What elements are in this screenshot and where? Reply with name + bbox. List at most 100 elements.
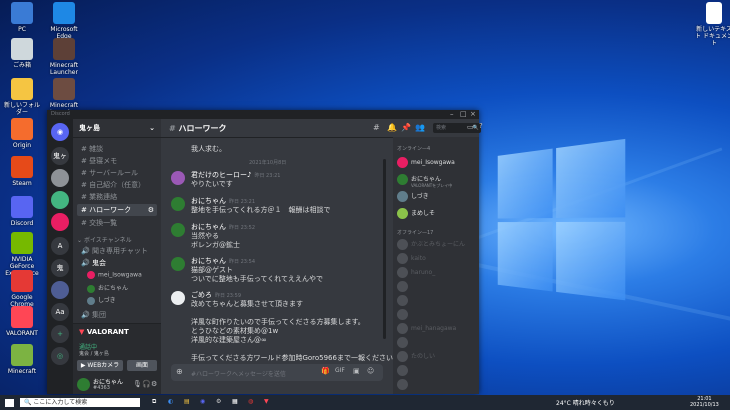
member-offline[interactable] [397,281,411,292]
voice-user[interactable]: おにちゃん [87,283,128,293]
server-name[interactable]: 鬼ヶ島 ⌄ [73,119,161,138]
member-offline[interactable]: mei_hanagawa [397,323,456,334]
avatar[interactable] [171,291,185,305]
guild-icon[interactable] [51,281,69,299]
task-view-icon[interactable]: ⧉ [152,398,156,407]
member-online[interactable]: まめしそ [397,208,435,219]
channel-item[interactable]: # 交換一覧 [77,217,157,229]
minimize-icon[interactable]: – [450,110,454,118]
avatar[interactable] [171,171,185,185]
member-online[interactable]: mei_Isowgawa [397,157,455,168]
guild-icon[interactable]: 鬼 [51,259,69,277]
desktop-icon[interactable]: Minecraft Launcher [44,38,84,76]
guild-icon[interactable]: Aa [51,303,69,321]
camera-button[interactable]: ▶ WEBカメラ [77,360,123,371]
channel-header: # ハローワーク # 🔔 📌 👥 検索 🔍 ▭ ? [161,119,483,138]
chrome-icon[interactable]: ◍ [248,398,253,407]
explore-icon[interactable]: ◎ [51,347,69,365]
inbox-icon[interactable]: ▭ [467,123,474,131]
close-icon[interactable]: × [470,110,476,118]
channel-item[interactable]: # 雑談 [77,143,157,155]
avatar[interactable] [171,197,185,211]
pin-icon[interactable]: 📌 [401,123,411,132]
voice-channel[interactable]: 🔊 鬼会 [77,257,157,269]
avatar [87,284,95,293]
search-input[interactable]: 検索 🔍 [433,123,481,133]
gift-icon[interactable]: 🎁 [321,367,330,375]
member-offline[interactable] [397,295,411,306]
explorer-icon[interactable]: ▤ [184,398,190,407]
guild-icon[interactable] [51,169,69,187]
edge-icon[interactable]: ◐ [168,398,173,407]
taskbar-search-input[interactable]: 🔍 ここに入力して検索 [20,398,140,407]
voice-user[interactable]: mei_Isowgawa [87,271,142,279]
member-offline[interactable] [397,337,411,348]
channel-item[interactable]: # 昼寝メモ [77,155,157,167]
guild-icon[interactable]: A [51,237,69,255]
avatar[interactable] [77,378,90,391]
desktop-icon[interactable]: PC [2,2,42,33]
start-icon[interactable] [5,399,14,407]
add-attachment-icon[interactable]: ⊕ [176,367,183,376]
guild-icon[interactable] [51,191,69,209]
member-offline[interactable]: たのしい [397,351,435,362]
app-icon [11,344,33,366]
member-offline[interactable] [397,379,411,390]
headphones-icon[interactable]: 🎧 [142,380,151,388]
gear-icon[interactable]: ⚙ [151,380,157,388]
member-online[interactable]: おにちゃん VALORANTをプレイ中 [397,174,452,188]
steam-icon[interactable]: ⚙ [216,398,221,407]
desktop-icon[interactable]: Microsoft Edge [44,2,84,40]
threads-icon[interactable]: # [373,123,380,132]
discord-taskbar-icon[interactable]: ◉ [200,398,205,407]
desktop-icon[interactable]: Minecraft [2,344,42,375]
member-activity: VALORANTをプレイ中 [411,183,453,188]
discord-titlebar: Discord – □ × [47,110,479,119]
member-offline[interactable]: haruno_ [397,267,435,278]
voice-channel[interactable]: 🔊 集団 [77,309,157,321]
clock[interactable]: 21:01 2021/10/13 [690,396,719,408]
emoji-icon[interactable]: ☺ [367,367,374,375]
avatar[interactable] [171,257,185,271]
valorant-taskbar-icon[interactable]: ▼ [264,398,269,407]
desktop-icon[interactable]: ごみ箱 [2,38,42,69]
desktop-icon[interactable]: Steam [2,156,42,187]
guild-icon[interactable] [51,213,69,231]
app-icon[interactable]: ▦ [232,398,238,407]
screen-share-button[interactable]: 画面 [127,360,157,371]
member-offline[interactable] [397,365,411,376]
voice-user[interactable]: しづき [87,295,116,305]
chat-scrollbar[interactable] [383,159,386,339]
add-server-icon[interactable]: + [51,325,69,343]
member-offline[interactable]: かぶとみちょーにん [397,239,465,250]
desktop-icon[interactable]: Origin [2,118,42,149]
member-list-icon[interactable]: 👥 [415,123,425,132]
member-online[interactable]: しづき [397,191,429,202]
sticker-icon[interactable]: ▣ [353,367,360,375]
channel-item[interactable]: # 業務連絡 [77,191,157,203]
mute-icon[interactable]: 🎙 [133,380,142,388]
voice-channel[interactable]: 🔊 聞き専用チャット [77,245,157,257]
settings-icon[interactable]: ⚙ [148,204,154,216]
desktop-icon[interactable]: VALORANT [2,306,42,337]
guild-icon[interactable]: 鬼ヶ島 [51,147,69,178]
gif-icon[interactable]: GIF [335,367,345,374]
avatar[interactable] [171,223,185,237]
channel-item[interactable]: # サーバールール [77,167,157,179]
avatar [397,295,408,306]
desktop-icon[interactable]: 新しいフォルダー [2,78,42,116]
desktop-icon[interactable]: Discord [2,196,42,227]
weather-status[interactable]: 24°C 晴れ時々くもり [556,398,615,407]
message-input[interactable]: ⊕ #ハローワークへメッセージを送信 🎁 GIF ▣ ☺ [171,364,383,381]
discord-home-icon[interactable]: ◉ [51,123,69,141]
member-offline[interactable]: kaito [397,253,426,264]
desktop-icon-textdoc[interactable]: 新しいテキスト ドキュメント [694,2,730,47]
voice-category[interactable]: ⌄ ボイスチャンネル [77,235,132,244]
bell-icon[interactable]: 🔔 [387,123,397,132]
maximize-icon[interactable]: □ [460,110,467,118]
desktop-icon[interactable]: Google Chrome [2,270,42,308]
help-icon[interactable]: ? [479,122,483,130]
member-offline[interactable] [397,309,411,320]
channel-item-selected[interactable]: # ハローワーク ⚙ [77,204,157,216]
channel-item[interactable]: # 自己紹介（任意） [77,179,157,191]
